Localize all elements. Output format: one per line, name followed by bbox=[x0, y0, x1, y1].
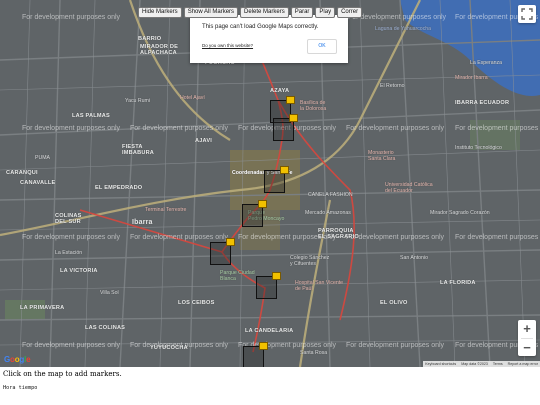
dev-watermark: For development purposes only bbox=[130, 234, 229, 241]
place-label: Monasterio Santa Clara bbox=[368, 150, 396, 162]
fullscreen-icon bbox=[521, 8, 533, 20]
dev-watermark: For development purposes only bbox=[348, 14, 447, 21]
place-label: Terminal Terrestre bbox=[145, 207, 187, 213]
place-label: IBARRA ECUADOR bbox=[455, 100, 510, 106]
place-label: Hotel Ajaví bbox=[180, 95, 205, 101]
place-label: LA PRIMAVERA bbox=[20, 305, 65, 311]
place-label: EL EMPEDRADO bbox=[95, 185, 143, 191]
place-label: La Esperanza bbox=[470, 60, 503, 66]
place-label: AZAYA bbox=[270, 88, 290, 94]
place-label: LAS COLINAS bbox=[85, 325, 126, 331]
map-marker[interactable] bbox=[210, 238, 235, 265]
zoom-control: + − bbox=[518, 320, 536, 356]
place-label: Hospital San Vicente de Paúl bbox=[295, 280, 344, 292]
correr-button[interactable]: Correr bbox=[337, 7, 363, 18]
place-label: Villa Sol bbox=[100, 290, 119, 296]
hide-markers-button[interactable]: Hide Markers bbox=[138, 7, 182, 18]
place-label: Santa Rosa bbox=[300, 350, 328, 356]
place-label: CARANQUI bbox=[6, 170, 38, 176]
map-footer: Keyboard shortcuts Map data ©2023 Terms … bbox=[423, 361, 540, 367]
place-label: LA VICTORIA bbox=[60, 268, 98, 274]
place-label: La Estación bbox=[55, 250, 83, 256]
dev-watermark: For development purposes only bbox=[22, 234, 121, 241]
own-website-link[interactable]: Do you own this website? bbox=[202, 43, 253, 48]
place-label: COLINAS DEL SUR bbox=[55, 213, 82, 225]
place-label: PARROQUIA EL SAGRARIO bbox=[318, 228, 359, 240]
place-label: Laguna de Yahuarcocha bbox=[375, 26, 432, 32]
place-label: LAS PALMAS bbox=[72, 113, 110, 119]
dev-watermark: For development purposes only bbox=[346, 234, 445, 241]
place-label: Parque Ciudad Blanca bbox=[220, 270, 255, 282]
place-label: Yacu Rumi bbox=[125, 98, 150, 104]
error-message: This page can't load Google Maps correct… bbox=[202, 24, 319, 30]
place-label: Basílica de la Dolorosa bbox=[300, 100, 327, 112]
marker-tag-icon bbox=[259, 342, 268, 350]
place-label: Mercado Amazonas bbox=[305, 210, 351, 216]
dev-watermark: For development purposes only bbox=[455, 234, 540, 241]
place-label: MIRADOR DE ALPACHACA bbox=[140, 44, 179, 56]
map-canvas[interactable]: For development purposes only For develo… bbox=[0, 0, 540, 367]
place-label: Mirador Ibarra bbox=[455, 75, 488, 81]
map-marker[interactable] bbox=[264, 166, 289, 193]
ok-button[interactable]: OK bbox=[307, 39, 337, 54]
keyboard-shortcuts-link[interactable]: Keyboard shortcuts bbox=[425, 362, 456, 366]
place-label: LA FLORIDA bbox=[440, 280, 476, 286]
dev-watermark: For development purposes only bbox=[346, 125, 445, 132]
place-label: FIESTA IMBABURA bbox=[122, 144, 155, 156]
place-label: CANAVALLE bbox=[20, 180, 56, 186]
place-label: El Retorno bbox=[380, 83, 405, 89]
dev-watermark: For development purposes only bbox=[346, 342, 445, 349]
zoom-in-button[interactable]: + bbox=[518, 320, 536, 338]
report-error-link[interactable]: Report a map error bbox=[508, 362, 538, 366]
marker-controls: Hide Markers Show All Markers Delete Mar… bbox=[138, 7, 363, 18]
terms-link[interactable]: Terms bbox=[493, 362, 503, 366]
dev-watermark: For development purposes only bbox=[130, 125, 229, 132]
fullscreen-button[interactable] bbox=[518, 5, 536, 23]
dev-watermark: For development purposes only bbox=[22, 125, 121, 132]
map-marker[interactable] bbox=[273, 114, 298, 141]
google-logo: Google bbox=[4, 355, 31, 364]
show-all-markers-button[interactable]: Show All Markers bbox=[183, 7, 239, 18]
place-label: CANELA FASHION bbox=[308, 192, 353, 198]
place-label: PUMA bbox=[35, 155, 50, 161]
place-label: EL OLIVO bbox=[380, 300, 408, 306]
map-marker[interactable] bbox=[243, 342, 268, 367]
map-marker[interactable] bbox=[256, 272, 281, 299]
delete-markers-button[interactable]: Delete Markers bbox=[240, 7, 289, 18]
instructions-text: Click on the map to add markers. bbox=[3, 370, 122, 378]
place-label: San Antonio bbox=[400, 255, 428, 261]
place-label: BARRIO bbox=[138, 36, 162, 42]
place-label: Universidad Católica del Ecuador bbox=[385, 182, 433, 194]
place-label: Ibarra bbox=[132, 219, 153, 226]
marker-tag-icon bbox=[272, 272, 281, 280]
map-marker[interactable] bbox=[242, 200, 267, 227]
maps-error-dialog: This page can't load Google Maps correct… bbox=[190, 15, 348, 63]
marker-tag-icon bbox=[289, 114, 298, 122]
hora-text: Hora tiempo bbox=[3, 385, 38, 391]
marker-tag-icon bbox=[280, 166, 289, 174]
place-label: YUYUCOCHA bbox=[150, 345, 188, 351]
marker-tag-icon bbox=[258, 200, 267, 208]
dev-watermark: For development purposes only bbox=[22, 342, 121, 349]
place-label: LOS CEIBOS bbox=[178, 300, 215, 306]
place-label: Colegio Sánchez y Cifuentes bbox=[290, 255, 330, 267]
place-label: LA CANDELARIA bbox=[245, 328, 294, 334]
place-label: Instituto Tecnológico bbox=[455, 145, 502, 151]
marker-tag-icon bbox=[226, 238, 235, 246]
map-data-text: Map data ©2023 bbox=[461, 362, 488, 366]
place-label: AJAVI bbox=[195, 138, 213, 144]
parar-button[interactable]: Parar bbox=[290, 7, 314, 18]
dev-watermark: For development purposes only bbox=[455, 125, 540, 132]
dev-watermark: For development purposes only bbox=[22, 14, 121, 21]
marker-tag-icon bbox=[286, 96, 295, 104]
place-label: Mirador Sagrado Corazón bbox=[430, 210, 490, 216]
zoom-out-button[interactable]: − bbox=[518, 339, 536, 357]
play-button[interactable]: Play bbox=[315, 7, 336, 18]
